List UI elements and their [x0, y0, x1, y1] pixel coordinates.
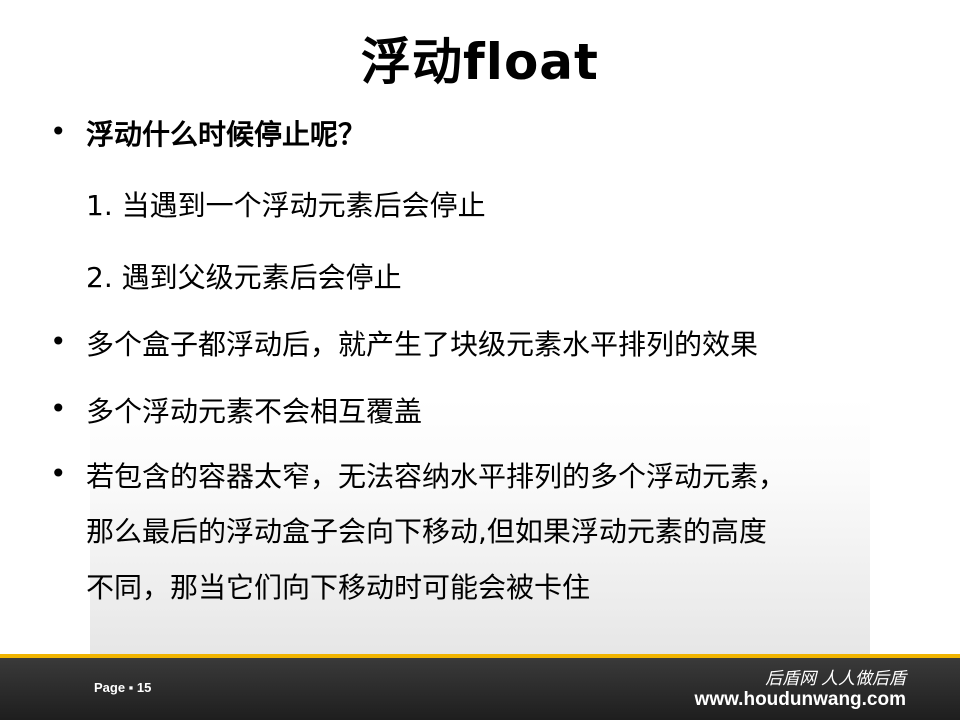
sub-item: 1. 当遇到一个浮动元素后会停止	[86, 189, 486, 222]
brand-url: www.houdunwang.com	[694, 689, 906, 710]
brand-slogan: 后盾网 人人做后盾	[765, 669, 906, 688]
bullet-icon: •	[50, 115, 67, 148]
bullet-text: 多个盒子都浮动后，就产生了块级元素水平排列的效果	[86, 328, 759, 361]
sub-item: 2. 遇到父级元素后会停止	[86, 261, 402, 294]
bullet-text-cont: 不同，那当它们向下移动时可能会被卡住	[86, 571, 591, 604]
bullet-icon: •	[50, 325, 67, 358]
brand: 后盾网 人人做后盾 www.houdunwang.com	[695, 664, 906, 711]
slide-title: 浮动float	[361, 33, 599, 91]
bullet-text: 若包含的容器太窄，无法容纳水平排列的多个浮动元素，	[86, 460, 787, 493]
bullet-text-cont: 那么最后的浮动盒子会向下移动,但如果浮动元素的高度	[86, 515, 767, 548]
bullet-text: 浮动什么时候停止呢？	[86, 118, 367, 151]
page-number: Page ▪ 15	[94, 680, 152, 695]
bullet-text: 多个浮动元素不会相互覆盖	[86, 395, 423, 428]
bullet-icon: •	[50, 392, 67, 425]
footer-bar: Page ▪ 15 后盾网 人人做后盾 www.houdunwang.com	[0, 654, 960, 720]
bullet-icon: •	[50, 457, 67, 490]
